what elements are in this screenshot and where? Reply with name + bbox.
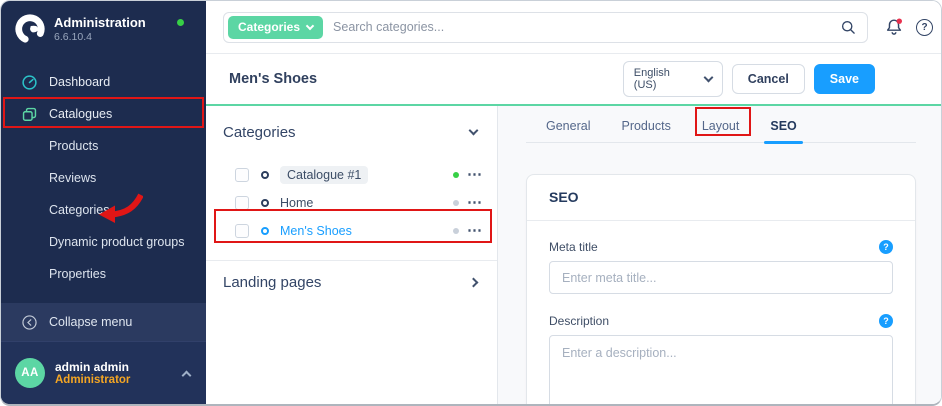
status-dot bbox=[453, 228, 459, 234]
chevron-up-icon bbox=[182, 370, 192, 380]
sidebar-item-categories[interactable]: Categories bbox=[1, 194, 206, 226]
chevron-down-icon bbox=[703, 73, 713, 83]
description-textarea[interactable] bbox=[549, 335, 893, 406]
chevron-down-icon bbox=[306, 21, 314, 29]
admin-window: Administration 6.6.10.4 Dashboard bbox=[0, 0, 942, 406]
user-menu[interactable]: AA admin admin Administrator bbox=[1, 341, 206, 404]
tab-products[interactable]: Products bbox=[619, 115, 672, 142]
content-area: Categories Catalogue #1 ⋯ bbox=[206, 104, 942, 404]
tab-track bbox=[526, 142, 916, 143]
smartbar: Men's Shoes English (US) Cancel Save bbox=[206, 54, 942, 104]
cancel-button[interactable]: Cancel bbox=[732, 64, 805, 94]
category-node-icon bbox=[261, 199, 269, 207]
collapse-chevron-icon bbox=[21, 314, 38, 331]
help-button[interactable]: ? bbox=[916, 19, 933, 36]
collapse-menu-button[interactable]: Collapse menu bbox=[1, 303, 206, 341]
status-dot bbox=[453, 172, 459, 178]
context-menu-button[interactable]: ⋯ bbox=[467, 226, 483, 236]
app-title: Administration bbox=[54, 15, 146, 30]
language-select[interactable]: English (US) bbox=[623, 61, 723, 97]
category-node-icon bbox=[261, 227, 269, 235]
tab-general[interactable]: General bbox=[544, 115, 592, 142]
global-search: Categories bbox=[223, 12, 868, 43]
tree-row-catalogue-1[interactable]: Catalogue #1 ⋯ bbox=[206, 161, 497, 189]
chevron-down-icon bbox=[469, 125, 479, 135]
chevron-right-icon bbox=[469, 277, 479, 287]
meta-title-label: Meta title bbox=[549, 240, 598, 254]
dashboard-icon bbox=[21, 74, 38, 91]
help-badge-icon[interactable]: ? bbox=[879, 314, 893, 328]
sidebar-item-reviews[interactable]: Reviews bbox=[1, 162, 206, 194]
sidebar-item-dashboard[interactable]: Dashboard bbox=[1, 66, 206, 98]
sidebar-item-catalogues[interactable]: Catalogues bbox=[1, 98, 206, 130]
tab-seo[interactable]: SEO bbox=[768, 115, 798, 142]
status-dot bbox=[453, 200, 459, 206]
category-tree-panel: Categories Catalogue #1 ⋯ bbox=[206, 106, 498, 404]
language-value: English (US) bbox=[634, 67, 692, 91]
page-title: Men's Shoes bbox=[229, 71, 317, 87]
online-status-dot bbox=[177, 19, 184, 26]
meta-title-input[interactable] bbox=[549, 261, 893, 294]
catalogues-icon bbox=[21, 106, 38, 123]
tab-layout[interactable]: Layout bbox=[700, 115, 742, 142]
landing-pages-section[interactable]: Landing pages bbox=[206, 261, 497, 303]
search-icon bbox=[840, 19, 857, 36]
search-input[interactable] bbox=[333, 20, 840, 34]
tree-row-home[interactable]: Home ⋯ bbox=[206, 189, 497, 217]
row-checkbox[interactable] bbox=[235, 196, 249, 210]
tree-header[interactable]: Categories bbox=[206, 119, 497, 145]
description-label: Description bbox=[549, 314, 609, 328]
bell-icon bbox=[884, 17, 904, 37]
seo-card: SEO Meta title ? Description bbox=[526, 174, 916, 406]
user-role: Administrator bbox=[55, 374, 130, 386]
topbar: Categories bbox=[206, 1, 942, 54]
card-title: SEO bbox=[549, 189, 579, 205]
sidebar-item-label: Catalogues bbox=[49, 107, 112, 121]
collapse-menu-label: Collapse menu bbox=[49, 315, 132, 329]
context-menu-button[interactable]: ⋯ bbox=[467, 170, 483, 180]
notifications-button[interactable] bbox=[884, 17, 904, 37]
tree-row-label: Catalogue #1 bbox=[280, 166, 368, 184]
question-mark-icon: ? bbox=[916, 19, 933, 36]
sidebar: Administration 6.6.10.4 Dashboard bbox=[1, 1, 206, 404]
sidebar-item-label: Dashboard bbox=[49, 75, 110, 89]
detail-panel: General Products Layout SEO SEO Meta tit… bbox=[498, 106, 942, 404]
app-version: 6.6.10.4 bbox=[54, 31, 146, 43]
avatar: AA bbox=[15, 358, 45, 388]
help-badge-icon[interactable]: ? bbox=[879, 240, 893, 254]
sidebar-item-properties[interactable]: Properties bbox=[1, 258, 206, 290]
row-checkbox[interactable] bbox=[235, 168, 249, 182]
tab-bar: General Products Layout SEO bbox=[498, 106, 942, 142]
main-area: Categories bbox=[206, 1, 942, 404]
sidebar-item-dynamic-product-groups[interactable]: Dynamic product groups bbox=[1, 226, 206, 258]
sidebar-nav: Dashboard Catalogues Products Reviews Ca… bbox=[1, 66, 206, 290]
user-name: admin admin bbox=[55, 360, 130, 374]
tree-row-label: Men's Shoes bbox=[280, 224, 352, 238]
landing-pages-label: Landing pages bbox=[223, 274, 321, 291]
category-node-icon bbox=[261, 171, 269, 179]
shopware-logo-icon bbox=[15, 14, 45, 44]
sidebar-item-products[interactable]: Products bbox=[1, 130, 206, 162]
row-checkbox[interactable] bbox=[235, 224, 249, 238]
save-button[interactable]: Save bbox=[814, 64, 875, 94]
tree-header-label: Categories bbox=[223, 124, 296, 141]
tree-row-label: Home bbox=[280, 196, 313, 210]
sidebar-header: Administration 6.6.10.4 bbox=[1, 1, 206, 54]
search-entity-button[interactable]: Categories bbox=[228, 16, 323, 39]
context-menu-button[interactable]: ⋯ bbox=[467, 198, 483, 208]
tree-row-mens-shoes[interactable]: Men's Shoes ⋯ bbox=[206, 217, 497, 245]
